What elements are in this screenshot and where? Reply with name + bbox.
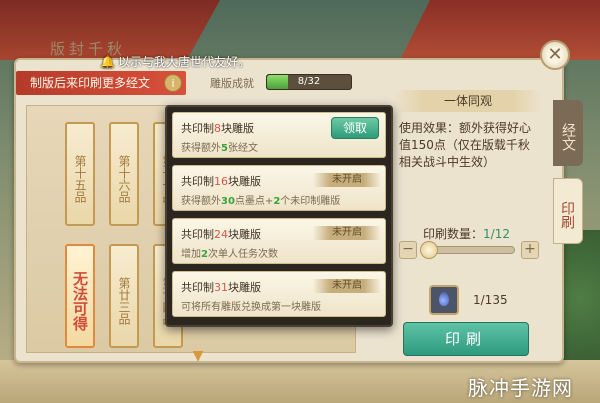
reward-list-popup: 共印制8块雕版 获得额外5张经文 领取 共印制16块雕版 获得额外30点墨点+2… xyxy=(165,105,393,327)
reward-item-0: 共印制8块雕版 获得额外5张经文 领取 xyxy=(172,112,386,158)
print-detail-panel: 一体同观 使用效果：额外获得好心值150点（仅在版载千秋相关战斗中生效） 印刷数… xyxy=(393,88,543,356)
item-effect-text: 使用效果：额外获得好心值150点（仅在版载千秋相关战斗中生效） xyxy=(399,121,532,169)
woodblock-tile[interactable]: 第十五品 xyxy=(65,122,95,226)
reward-item-2: 共印制24块雕版 增加2次单人任务次数 未开启 xyxy=(172,218,386,264)
tab-scripture[interactable]: 经文 xyxy=(553,100,583,166)
reward-item-1: 共印制16块雕版 获得额外30点墨点+2个未印制雕版 未开启 xyxy=(172,165,386,211)
print-quantity-value: 1/12 xyxy=(483,227,510,241)
chat-message: 🔔 以示与我大唐世代友好。 xyxy=(100,52,280,72)
bell-icon: 🔔 xyxy=(100,55,115,69)
ink-drop-icon xyxy=(439,292,449,306)
quantity-decrease-button[interactable]: − xyxy=(399,241,417,259)
locked-status-tag: 未开启 xyxy=(313,279,381,293)
scroll-down-icon[interactable]: ▼ xyxy=(186,349,210,363)
reward-title: 共印制8块雕版 xyxy=(181,122,254,135)
item-title: 一体同观 xyxy=(393,90,543,112)
section-header: 制版后来印刷更多经文 xyxy=(16,71,186,95)
woodblock-tile[interactable]: 第十六品 xyxy=(109,122,139,226)
woodblock-tile-special[interactable]: 无法可得 xyxy=(65,244,95,348)
chat-text: 以示与我大唐世代友好。 xyxy=(117,55,250,69)
ink-material-icon[interactable] xyxy=(429,285,459,315)
reward-title: 共印制16块雕版 xyxy=(181,175,261,188)
reward-desc: 获得额外5张经文 xyxy=(181,143,258,154)
achievement-progress-bar: 8/32 xyxy=(266,74,352,90)
achievement-progress-text: 8/32 xyxy=(297,76,321,87)
close-button[interactable]: ✕ xyxy=(540,40,570,70)
reward-title: 共印制31块雕版 xyxy=(181,281,261,294)
print-quantity-label: 印刷数量：1/12 xyxy=(423,227,510,241)
reward-item-3: 共印制31块雕版 可将所有雕版兑换成第一块雕版 未开启 xyxy=(172,271,386,317)
locked-status-tag: 未开启 xyxy=(313,226,381,240)
print-button[interactable]: 印刷 xyxy=(403,322,529,356)
close-icon: ✕ xyxy=(547,44,563,65)
reward-desc: 可将所有雕版兑换成第一块雕版 xyxy=(181,302,321,313)
reward-desc: 增加2次单人任务次数 xyxy=(181,249,278,260)
info-icon[interactable]: i xyxy=(164,74,182,92)
site-watermark: 脉冲手游网 xyxy=(468,376,573,400)
achievement-label: 雕版成就 xyxy=(210,77,254,90)
reward-desc: 获得额外30点墨点+2个未印制雕版 xyxy=(181,196,341,207)
quantity-increase-button[interactable]: + xyxy=(521,241,539,259)
material-count: 1/135 xyxy=(473,293,508,307)
quantity-slider-knob[interactable] xyxy=(420,241,438,259)
tab-print[interactable]: 印刷 xyxy=(553,178,583,244)
claim-button[interactable]: 领取 xyxy=(331,117,379,139)
reward-title: 共印制24块雕版 xyxy=(181,228,261,241)
quantity-slider[interactable] xyxy=(420,241,515,259)
locked-status-tag: 未开启 xyxy=(313,173,381,187)
temple-roof-right xyxy=(400,0,600,60)
woodblock-tile[interactable]: 第廿三品 xyxy=(109,244,139,348)
